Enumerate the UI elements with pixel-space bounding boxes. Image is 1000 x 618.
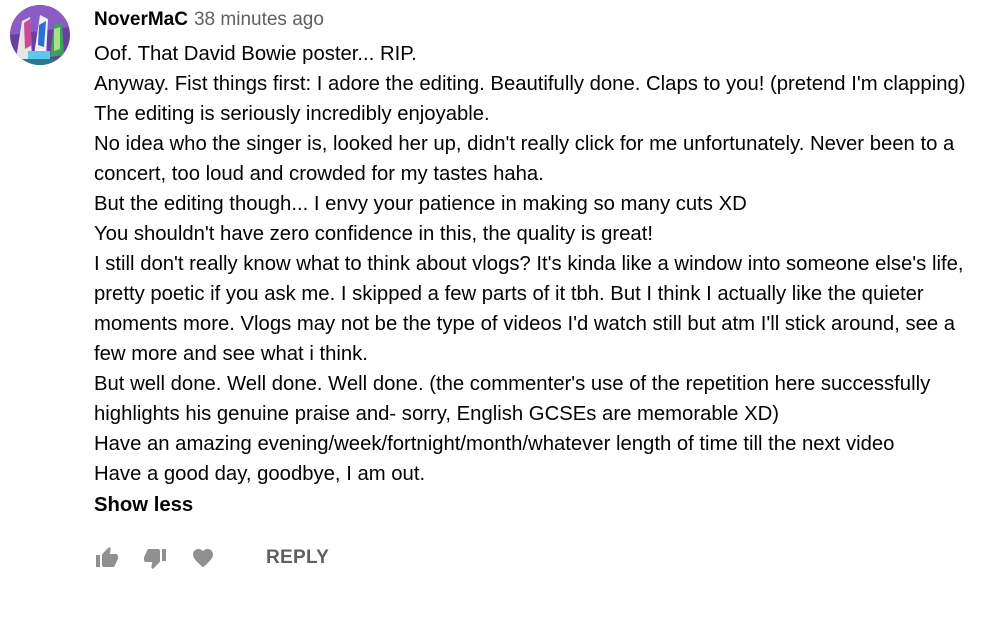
comment-header: NoverMaC 38 minutes ago [94,5,974,35]
heart-button[interactable] [190,545,216,571]
comment-line: Oof. That David Bowie poster... RIP. [94,43,417,65]
comment-line: Have a good day, goodbye, I am out. [94,463,426,485]
thumbs-up-icon [96,547,118,567]
comment-line: Have an amazing evening/week/fortnight/m… [94,433,895,455]
comment-line: But well done. Well done. Well done. (th… [94,373,931,425]
comment-line: No idea who the singer is, looked her up… [94,133,955,185]
comment-line: The editing is seriously incredibly enjo… [94,103,490,125]
avatar[interactable] [10,5,70,65]
avatar-image [10,5,70,65]
comment-thread: NoverMaC 38 minutes ago Oof. That David … [10,5,990,578]
show-less-button[interactable]: Show less [94,492,193,518]
comment-line: Anyway. Fist things first: I adore the e… [94,73,966,95]
comment-line: I still don't really know what to think … [94,253,964,365]
author-name[interactable]: NoverMaC [94,9,188,31]
heart-icon [193,549,213,568]
comment-line: You shouldn't have zero confidence in th… [94,223,653,245]
comment-body: NoverMaC 38 minutes ago Oof. That David … [94,5,974,578]
dislike-button[interactable] [142,545,168,571]
comment-timestamp[interactable]: 38 minutes ago [194,9,324,31]
like-button[interactable] [94,545,120,571]
comment-text: Oof. That David Bowie poster... RIP. Any… [94,39,974,489]
thumbs-down-icon [144,549,166,569]
comment-line: But the editing though... I envy your pa… [94,193,747,215]
comment-action-toolbar: REPLY [94,538,974,578]
reply-button[interactable]: REPLY [266,547,329,569]
